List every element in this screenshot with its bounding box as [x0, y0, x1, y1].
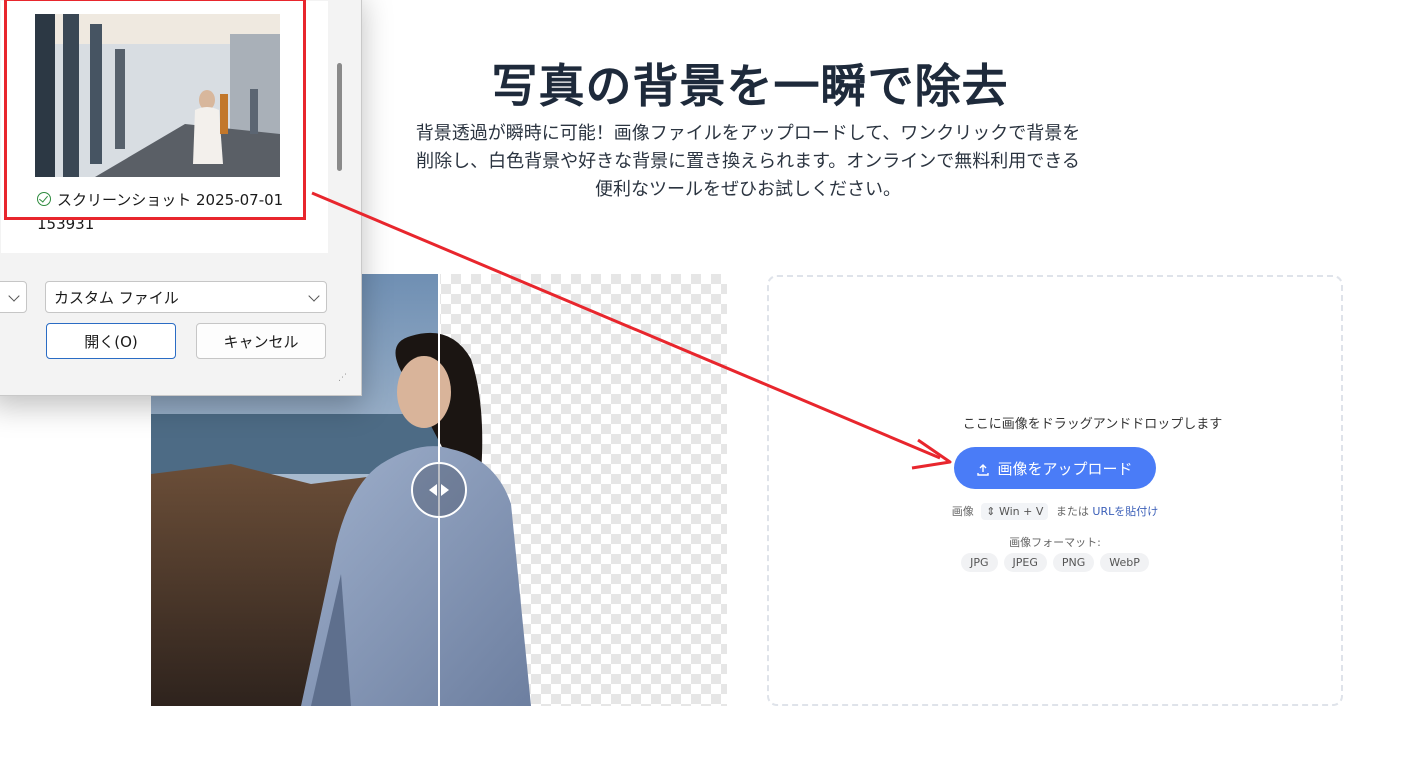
chevron-down-icon [8, 290, 20, 302]
comparison-slider-handle[interactable] [411, 462, 467, 518]
format-chip: JPEG [1003, 553, 1047, 572]
upload-dropzone[interactable]: ここに画像をドラッグアンドドロップします 画像をアップロード 画像 ⇕ Win … [767, 275, 1343, 706]
upload-button-label: 画像をアップロード [997, 459, 1133, 478]
page-title: 写真の背景を一瞬で除去 [491, 59, 1009, 113]
cancel-button[interactable]: キャンセル [196, 323, 326, 359]
format-chip: JPG [961, 553, 998, 572]
paste-prefix: 画像 [951, 505, 974, 518]
resize-grip-icon[interactable]: ⋰ [338, 373, 347, 383]
format-chip: PNG [1052, 553, 1095, 572]
chevron-down-icon [308, 290, 320, 302]
file-type-select[interactable]: カスタム ファイル [45, 281, 327, 313]
annotation-highlight-box [4, 0, 306, 220]
paste-options: 画像 ⇕ Win + V または URLを貼付け [769, 503, 1341, 520]
upload-image-button[interactable]: 画像をアップロード [954, 447, 1156, 489]
upload-icon [977, 462, 990, 476]
paste-url-link[interactable]: URLを貼付け [1092, 505, 1158, 518]
file-list-scrollbar[interactable] [337, 63, 342, 171]
file-open-dialog: スクリーンショット 2025-07-01 153931 カスタム ファイル 開く… [0, 0, 362, 396]
paste-or: または [1055, 505, 1089, 518]
file-type-value: カスタム ファイル [54, 289, 179, 307]
open-button[interactable]: 開く(O) [46, 323, 176, 359]
formats-label: 画像フォーマット: [1009, 536, 1101, 549]
left-right-arrows-icon [429, 484, 449, 496]
format-chip: WebP [1100, 553, 1149, 572]
formats-list: JPG JPEG PNG WebP [769, 553, 1341, 572]
drop-hint: ここに画像をドラッグアンドドロップします [962, 417, 1223, 432]
file-name-dropdown[interactable] [0, 281, 27, 313]
page-description: 背景透過が瞬時に可能！画像ファイルをアップロードして、ワンクリックで背景を削除し… [415, 123, 1081, 200]
paste-shortcut: ⇕ Win + V [981, 503, 1049, 520]
